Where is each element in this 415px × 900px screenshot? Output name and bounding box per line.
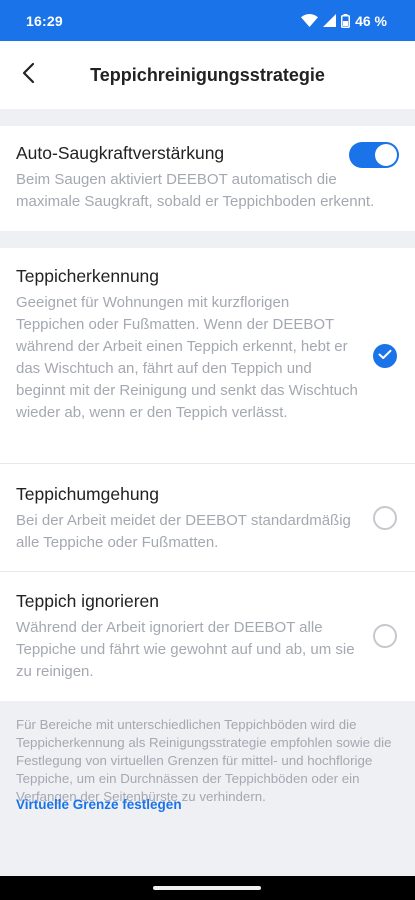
auto-suction-description: Beim Saugen aktiviert DEEBOT automatisch… bbox=[16, 171, 375, 210]
strategy-option-teppichumgehung[interactable]: Teppichumgehung Bei der Arbeit meidet de… bbox=[0, 464, 415, 571]
auto-suction-toggle[interactable] bbox=[349, 142, 399, 168]
radio-teppich-ignorieren[interactable] bbox=[373, 624, 397, 648]
strategy-description: Während der Arbeit ignoriert der DEEBOT … bbox=[16, 619, 355, 680]
auto-suction-title: Auto-Saugkraftverstärkung bbox=[16, 143, 225, 163]
auto-suction-card: Auto-Saugkraftverstärkung Beim Saugen ak… bbox=[0, 126, 415, 231]
page-title: Teppichreinigungsstrategie bbox=[90, 64, 325, 85]
checkmark-icon bbox=[378, 347, 392, 365]
radio-teppichumgehung[interactable] bbox=[373, 506, 397, 530]
carpet-strategy-card: Teppicherkennung Geeignet für Wohnungen … bbox=[0, 248, 415, 701]
set-virtual-boundary-link[interactable]: Virtuelle Grenze festlegen bbox=[16, 797, 182, 812]
strategy-description: Bei der Arbeit meidet der DEEBOT standar… bbox=[16, 512, 351, 551]
strategy-description: Geeignet für Wohnungen mit kurzflorigen … bbox=[16, 294, 358, 421]
recommendation-note: Für Bereiche mit unterschiedlichen Teppi… bbox=[16, 717, 392, 804]
strategy-title: Teppichumgehung bbox=[16, 484, 160, 504]
strategy-title: Teppicherkennung bbox=[16, 266, 160, 286]
status-bar: 16:29 46 % bbox=[0, 0, 415, 41]
strategy-option-teppich-ignorieren[interactable]: Teppich ignorieren Während der Arbeit ig… bbox=[0, 572, 415, 701]
battery-level: 46 % bbox=[355, 12, 387, 29]
app-header: Teppichreinigungsstrategie bbox=[0, 41, 415, 109]
status-time: 16:29 bbox=[26, 12, 63, 29]
strategy-option-teppicherkennung[interactable]: Teppicherkennung Geeignet für Wohnungen … bbox=[0, 248, 415, 463]
home-gesture-handle[interactable] bbox=[153, 886, 261, 890]
battery-icon bbox=[341, 13, 351, 28]
signal-icon bbox=[323, 14, 337, 27]
strategy-title: Teppich ignorieren bbox=[16, 591, 160, 611]
radio-teppicherkennung[interactable] bbox=[373, 344, 397, 368]
back-button[interactable] bbox=[6, 41, 50, 109]
navigation-bar bbox=[0, 876, 415, 900]
wifi-icon bbox=[301, 14, 319, 27]
toggle-knob bbox=[375, 144, 397, 166]
status-icons: 46 % bbox=[301, 13, 387, 29]
chevron-left-icon bbox=[21, 62, 35, 89]
